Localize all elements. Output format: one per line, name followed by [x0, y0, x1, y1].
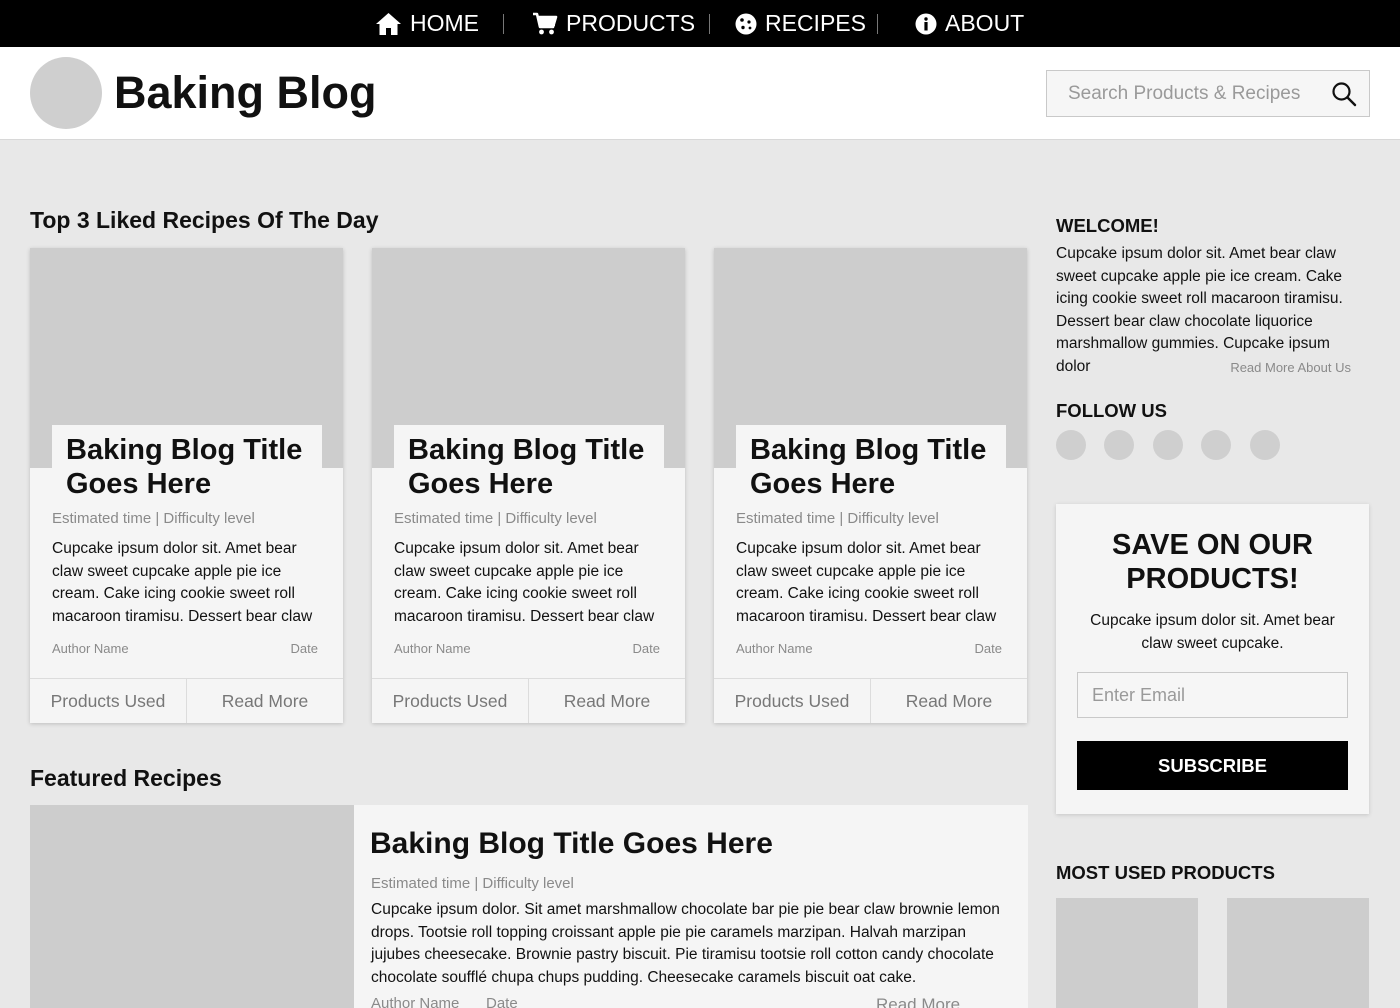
featured-heading: Featured Recipes — [30, 765, 222, 791]
recipe-meta: Estimated time | Difficulty level — [52, 510, 255, 527]
social-icon[interactable] — [1104, 430, 1134, 460]
social-icon[interactable] — [1250, 430, 1280, 460]
recipe-actions: Products Used Read More — [714, 678, 1027, 723]
recipe-author: Author Name — [52, 641, 129, 656]
nav-about-label: ABOUT — [945, 10, 1025, 36]
site-title: Baking Blog — [114, 67, 377, 118]
recipe-date: Date — [290, 641, 318, 656]
promo-text: Cupcake ipsum dolor sit. Amet bear claw … — [1090, 612, 1335, 652]
recipe-actions: Products Used Read More — [372, 678, 685, 723]
featured-description: Cupcake ipsum dolor. Sit amet marshmallo… — [371, 901, 1000, 986]
nav-recipes-label: RECIPES — [765, 10, 866, 36]
recipe-title[interactable]: Baking Blog Title Goes Here — [736, 425, 1006, 501]
recipe-card: Baking Blog Title Goes Here Estimated ti… — [30, 248, 343, 723]
follow-heading: FOLLOW US — [1056, 400, 1167, 421]
featured-image[interactable] — [30, 805, 354, 1008]
nav-divider — [709, 14, 710, 34]
search-box — [1046, 70, 1370, 117]
products-used-button[interactable]: Products Used — [372, 679, 528, 723]
featured-recipe: Baking Blog Title Goes Here Estimated ti… — [30, 805, 1028, 1008]
info-icon — [915, 13, 937, 35]
nav-home[interactable]: HOME — [375, 0, 479, 47]
recipe-author: Author Name — [736, 641, 813, 656]
recipe-meta: Estimated time | Difficulty level — [394, 510, 597, 527]
recipe-actions: Products Used Read More — [30, 678, 343, 723]
most-used-products-heading: MOST USED PRODUCTS — [1056, 862, 1275, 883]
recipe-card: Baking Blog Title Goes Here Estimated ti… — [372, 248, 685, 723]
product-thumbnail[interactable] — [1056, 898, 1198, 1008]
social-icon[interactable] — [1056, 430, 1086, 460]
welcome-text: Cupcake ipsum dolor sit. Amet bear claw … — [1056, 245, 1343, 375]
featured-author: Author Name — [371, 995, 460, 1008]
recipe-card: Baking Blog Title Goes Here Estimated ti… — [714, 248, 1027, 723]
recipe-description: Cupcake ipsum dolor sit. Amet bear claw … — [736, 540, 997, 625]
top-recipes-heading: Top 3 Liked Recipes Of The Day — [30, 207, 379, 233]
featured-title[interactable]: Baking Blog Title Goes Here — [370, 827, 773, 861]
social-icon[interactable] — [1153, 430, 1183, 460]
recipe-meta: Estimated time | Difficulty level — [736, 510, 939, 527]
nav-home-label: HOME — [410, 10, 479, 36]
recipe-date: Date — [632, 641, 660, 656]
featured-meta: Estimated time | Difficulty level — [371, 875, 574, 892]
read-more-button[interactable]: Read More — [186, 679, 343, 723]
nav-products[interactable]: PRODUCTS — [532, 0, 695, 47]
site-header: Baking Blog — [0, 47, 1400, 140]
recipe-title[interactable]: Baking Blog Title Goes Here — [52, 425, 322, 501]
products-used-button[interactable]: Products Used — [30, 679, 186, 723]
recipe-date: Date — [974, 641, 1002, 656]
promo-title: SAVE ON OUR PRODUCTS! — [1112, 529, 1313, 595]
search-input[interactable] — [1047, 71, 1327, 116]
read-more-button[interactable]: Read More — [870, 679, 1027, 723]
recipe-description: Cupcake ipsum dolor sit. Amet bear claw … — [52, 540, 313, 625]
cart-icon — [532, 12, 558, 36]
recipe-description: Cupcake ipsum dolor sit. Amet bear claw … — [394, 540, 655, 625]
featured-date: Date — [486, 995, 518, 1008]
products-used-button[interactable]: Products Used — [714, 679, 870, 723]
read-more-about-link[interactable]: Read More About Us — [1230, 360, 1351, 375]
search-icon[interactable] — [1331, 81, 1357, 112]
nav-products-label: PRODUCTS — [566, 10, 696, 36]
featured-read-more-button[interactable]: Read More — [876, 995, 960, 1008]
nav-divider — [503, 14, 504, 34]
recipe-author: Author Name — [394, 641, 471, 656]
welcome-heading: WELCOME! — [1056, 215, 1159, 236]
read-more-button[interactable]: Read More — [528, 679, 685, 723]
home-icon — [375, 12, 402, 36]
top-nav: HOME PRODUCTS RECIPES ABOUT — [0, 0, 1400, 47]
nav-about[interactable]: ABOUT — [915, 0, 1024, 47]
recipe-title[interactable]: Baking Blog Title Goes Here — [394, 425, 664, 501]
subscribe-button[interactable]: SUBSCRIBE — [1077, 741, 1348, 790]
nav-divider — [877, 14, 878, 34]
cookie-icon — [735, 13, 757, 35]
newsletter-promo: SAVE ON OUR PRODUCTS! Cupcake ipsum dolo… — [1056, 504, 1369, 814]
social-icon[interactable] — [1201, 430, 1231, 460]
nav-recipes[interactable]: RECIPES — [735, 0, 866, 47]
logo[interactable] — [30, 57, 102, 129]
email-field[interactable] — [1077, 672, 1348, 718]
product-thumbnail[interactable] — [1227, 898, 1369, 1008]
